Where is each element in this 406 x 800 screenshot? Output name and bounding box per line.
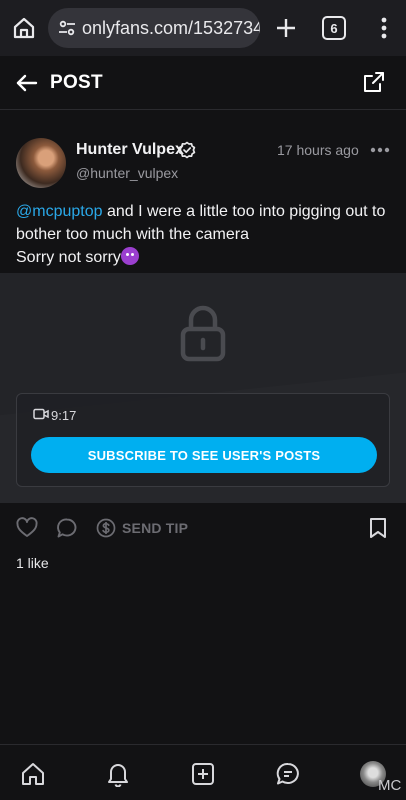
back-arrow-icon[interactable] [14,70,40,96]
lock-icon [180,303,226,363]
page-title: POST [50,72,103,93]
post-actions: SEND TIP [0,503,406,553]
video-duration: 9:17 [51,408,77,423]
likes-count[interactable]: 1 like [16,555,49,571]
add-post-icon[interactable] [190,761,216,787]
send-tip-button[interactable]: SEND TIP [96,516,188,540]
post-caption: @mcpuptop and I were a little too into p… [16,200,396,269]
video-camera-icon [33,408,49,420]
url-text: onlyfans.com/153273433 [82,17,260,38]
home-icon[interactable] [0,0,48,56]
mention-link[interactable]: @mcpuptop [16,203,103,220]
more-vert-icon[interactable] [368,12,400,44]
messages-icon[interactable] [275,761,301,787]
verified-badge-icon [178,141,196,159]
comment-icon[interactable] [56,517,78,539]
locked-media: 9:17 SUBSCRIBE TO SEE USER'S POSTS [0,273,406,503]
dollar-icon [96,518,116,538]
share-icon[interactable] [362,70,386,94]
profile-initials: MC [378,777,402,794]
subscribe-panel: 9:17 SUBSCRIBE TO SEE USER'S POSTS [16,393,390,487]
author-avatar[interactable] [16,138,66,188]
bottom-navigation: MC [0,744,406,800]
new-tab-icon[interactable] [270,12,302,44]
post-timestamp: 17 hours ago [277,142,359,158]
bookmark-icon[interactable] [368,517,388,539]
nav-home-icon[interactable] [20,761,46,787]
subscribe-button[interactable]: SUBSCRIBE TO SEE USER'S POSTS [31,437,377,473]
notifications-bell-icon[interactable] [105,761,131,787]
send-tip-label: SEND TIP [122,520,189,536]
author-handle[interactable]: @hunter_vulpex [76,165,178,181]
more-horiz-icon[interactable] [370,146,390,154]
address-bar[interactable]: onlyfans.com/153273433 [48,8,260,48]
browser-toolbar: onlyfans.com/153273433 6 [0,0,406,56]
heart-icon[interactable] [16,517,38,539]
author-name[interactable]: Hunter Vulpex [76,141,184,159]
caption-line-2: Sorry not sorry [16,249,121,266]
tab-switcher-button[interactable]: 6 [322,16,346,40]
site-settings-icon[interactable] [48,19,76,37]
post-header: POST [0,56,406,110]
smiling-devil-emoji-icon [120,247,139,265]
